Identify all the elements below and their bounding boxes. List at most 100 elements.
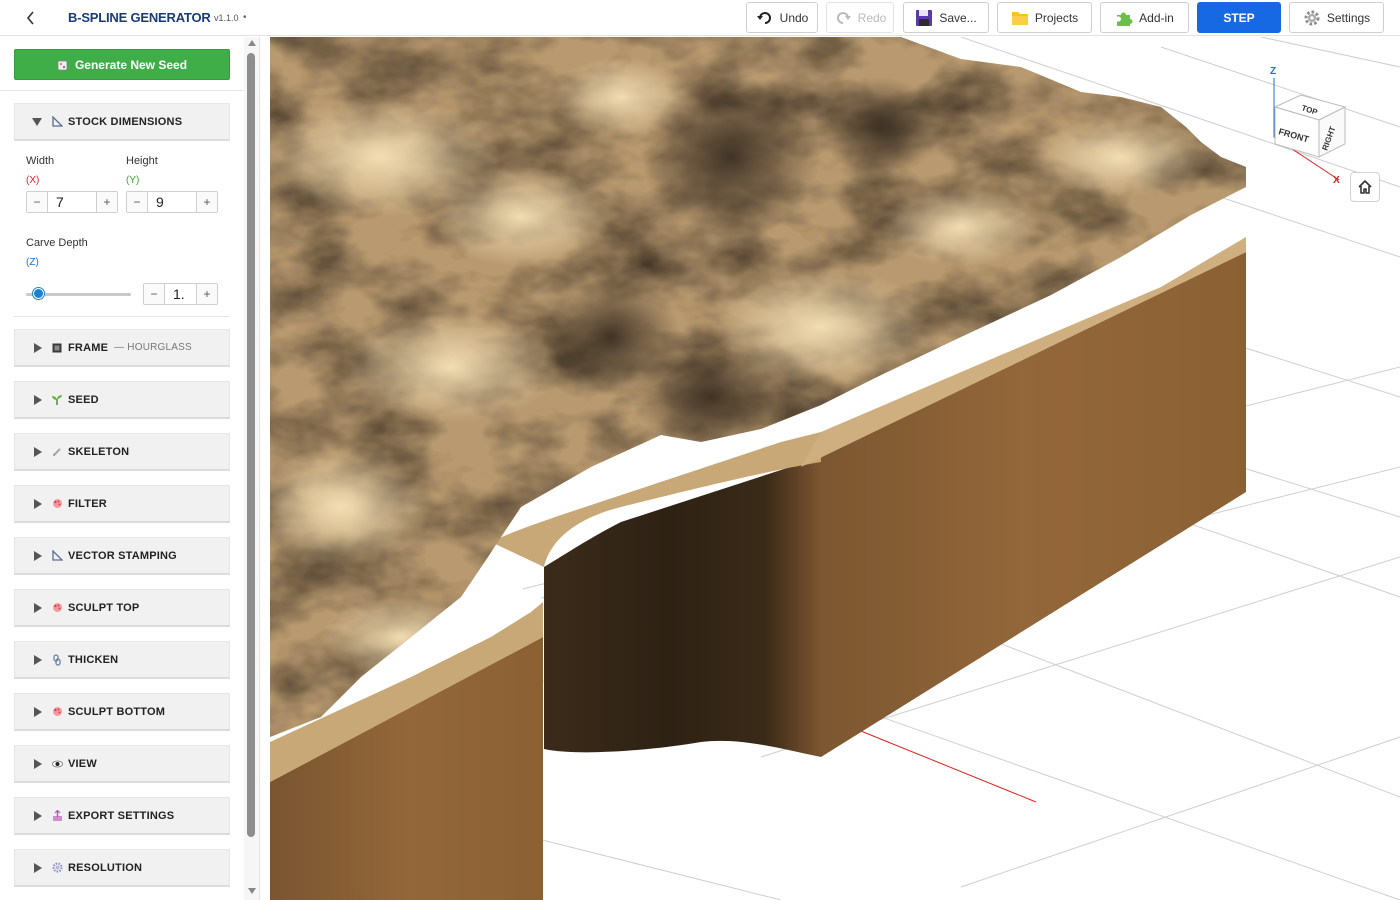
section-filter[interactable]: FILTER [14,485,230,523]
carve-depth-input[interactable]: 1. [164,284,197,304]
scroll-up-arrow-icon[interactable] [248,40,256,46]
height-increment-button[interactable]: + [197,192,217,212]
unsaved-indicator: • [243,12,247,23]
section-sculpt-top[interactable]: SCULPT TOP [14,589,230,627]
caret-right-icon [34,498,42,509]
height-input[interactable]: 9 [147,192,197,212]
width-input[interactable]: 7 [47,192,97,212]
generate-new-seed-button[interactable]: Generate New Seed [14,49,230,80]
triangle-ruler-icon [51,116,63,128]
caret-right-icon [34,654,42,665]
caret-right-icon [34,758,42,769]
section-seed[interactable]: SEED [14,381,230,419]
frame-icon [51,342,63,354]
carve-depth-increment-button[interactable]: + [197,284,217,304]
view-cube[interactable]: Z X TOP FRONT RIGHT [1261,62,1361,192]
section-label: SCULPT BOTTOM [68,705,166,718]
caret-right-icon [34,602,42,613]
sidebar-scroll-thumb[interactable] [247,53,255,837]
section-label: SCULPT TOP [68,601,140,614]
palette-icon [51,602,63,614]
model-render [269,37,1400,900]
section-label: STOCK DIMENSIONS [68,115,183,128]
caret-right-icon [34,446,42,457]
width-increment-button[interactable]: + [97,192,117,212]
folder-icon [1011,11,1028,25]
divider [0,90,244,91]
section-resolution[interactable]: RESOLUTION [14,849,230,887]
step-button[interactable]: STEP [1197,2,1281,33]
undo-button[interactable]: Undo [746,2,818,33]
section-label: SEED [68,393,99,406]
floppy-disk-icon [916,9,933,26]
section-frame[interactable]: FRAME — HOURGLASS [14,329,230,367]
home-icon [1358,180,1372,194]
settings-label: Settings [1326,10,1371,25]
section-view[interactable]: VIEW [14,745,230,783]
caret-right-icon [34,550,42,561]
x-axis-line [850,726,1037,803]
caret-down-icon [32,117,42,126]
undo-label: Undo [779,10,809,25]
section-label: FILTER [68,497,107,510]
top-toolbar: B-SPLINE GENERATOR v1.1.0 • Undo Redo Sa… [0,0,1400,36]
section-sublabel: — HOURGLASS [114,342,192,353]
projects-button[interactable]: Projects [997,2,1092,33]
caret-right-icon [34,394,42,405]
caret-right-icon [34,342,42,353]
undo-icon [756,11,771,24]
carve-depth-axis-tag: (Z) [26,257,39,268]
home-view-button[interactable] [1350,172,1380,202]
stock-dimensions-panel: Width (X) − 7 + Height (Y) − 9 + Carve D… [14,141,230,317]
save-button[interactable]: Save... [903,2,989,33]
chevron-left-icon [26,11,34,25]
step-label: STEP [1223,10,1255,25]
redo-label: Redo [857,10,887,25]
carve-depth-stepper[interactable]: − 1. + [143,283,218,305]
section-label: FRAME [68,341,109,354]
height-decrement-button[interactable]: − [127,192,147,212]
chain-icon [51,653,63,666]
gear-icon [51,862,63,874]
save-label: Save... [939,10,977,25]
redo-button[interactable]: Redo [826,2,894,33]
section-label: EXPORT SETTINGS [68,809,175,822]
caret-right-icon [34,706,42,717]
section-vector-stamping[interactable]: VECTOR STAMPING [14,537,230,575]
width-axis-tag: (X) [26,175,40,186]
carve-depth-slider-thumb[interactable] [33,288,45,299]
height-label: Height [126,155,158,167]
back-button[interactable] [20,8,42,28]
app-title: B-SPLINE GENERATOR [68,10,211,25]
redo-icon [836,11,851,24]
settings-button[interactable]: Settings [1289,2,1384,33]
width-stepper[interactable]: − 7 + [26,191,118,213]
addin-button[interactable]: Add-in [1100,2,1189,33]
app-version: v1.1.0 [214,13,239,23]
axis-z-label: Z [1270,66,1276,77]
puzzle-piece-icon [1117,12,1133,26]
width-label: Width [26,155,55,167]
section-label: SKELETON [68,445,130,458]
3d-viewport[interactable]: Z X TOP FRONT RIGHT [261,37,1400,900]
carve-depth-label: Carve Depth [26,237,88,249]
section-export-settings[interactable]: EXPORT SETTINGS [14,797,230,835]
section-stock-dimensions[interactable]: STOCK DIMENSIONS [14,103,230,141]
eye-icon [51,758,63,770]
section-thicken[interactable]: THICKEN [14,641,230,679]
width-decrement-button[interactable]: − [27,192,47,212]
section-label: VIEW [68,757,97,770]
section-skeleton[interactable]: SKELETON [14,433,230,471]
carve-depth-decrement-button[interactable]: − [144,284,164,304]
addin-label: Add-in [1139,10,1174,25]
height-stepper[interactable]: − 9 + [126,191,218,213]
gear-icon [1304,10,1320,25]
scroll-down-arrow-icon[interactable] [248,888,256,894]
sidebar: Generate New Seed STOCK DIMENSIONS Width… [0,37,260,900]
export-icon [51,809,63,822]
section-label: RESOLUTION [68,861,143,874]
section-sculpt-bottom[interactable]: SCULPT BOTTOM [14,693,230,731]
palette-icon [51,706,63,718]
seedling-icon [51,394,63,406]
axis-x-label: X [1333,175,1340,186]
